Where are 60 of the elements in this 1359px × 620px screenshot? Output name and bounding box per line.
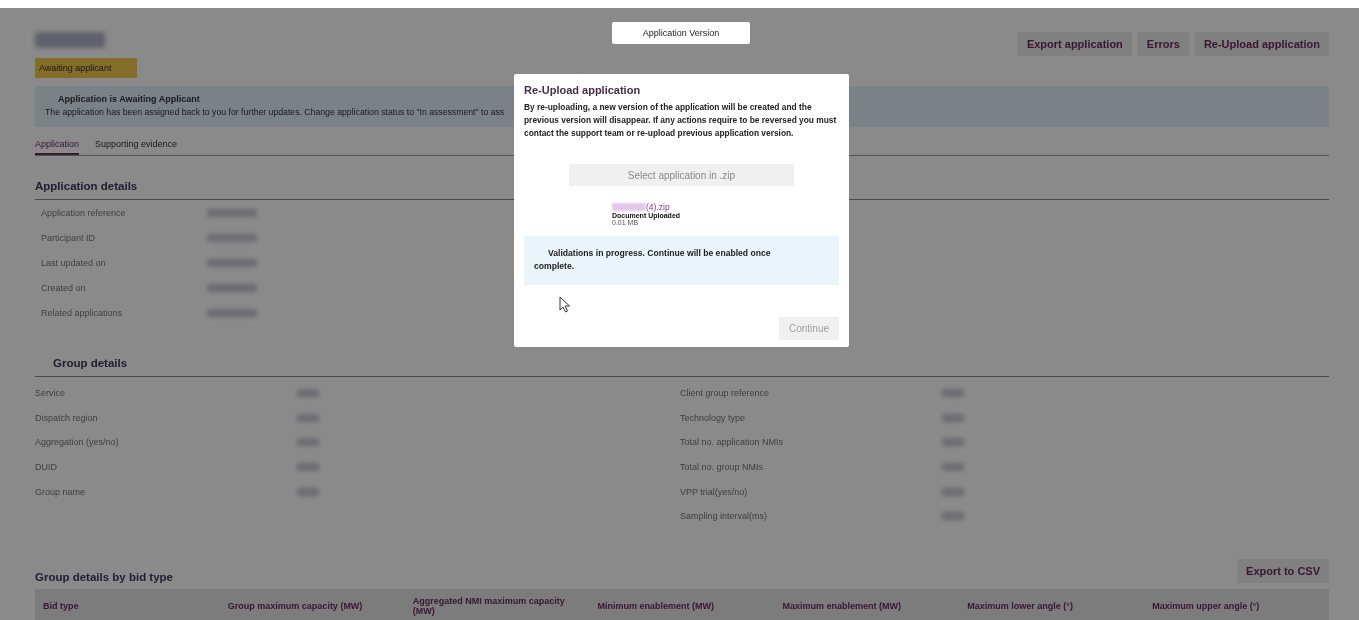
redacted-value — [207, 283, 257, 292]
action-button[interactable]: Re-Upload application — [1194, 32, 1329, 56]
field-label: Aggregation (yes/no) — [35, 437, 120, 448]
dialog-title: Re-Upload application — [524, 84, 642, 96]
export-button[interactable]: Export to CSV — [1237, 558, 1329, 583]
field-label: DUID — [35, 462, 58, 473]
dialog-message: By re-uploading, a new version of the application will be created and the previous version will disappear. If any actions require to be reversed you must contact the support team or re-upload previous application version. — [524, 101, 838, 140]
redacted-value — [942, 463, 964, 472]
redacted-value — [942, 389, 964, 398]
tab[interactable]: Application — [35, 139, 80, 155]
redacted-value — [207, 308, 257, 317]
field-label: Participant ID — [41, 232, 97, 243]
tab[interactable]: Supporting evidence — [95, 139, 178, 155]
action-button[interactable]: Export application — [1017, 32, 1132, 56]
section-title: Group details — [52, 357, 128, 369]
column-header: Maximum upper angle (°) — [1151, 600, 1261, 611]
validation-text: Validations in progress. Continue will be enabled once complete. — [534, 247, 772, 273]
field-label: VPP trial(yes/no) — [680, 486, 749, 497]
redacted-value — [207, 258, 257, 267]
notice-text: The application has been assigned back to you for further updates. Change application status to "In assessment" to ass — [45, 107, 505, 117]
action-button[interactable]: Errors — [1137, 32, 1189, 56]
redacted-value — [942, 512, 964, 521]
section-title: Application details — [35, 180, 138, 192]
field-label: Group name — [35, 486, 87, 497]
field-label: Application reference — [41, 207, 127, 218]
redacted-value — [207, 208, 257, 217]
column-header: Bid type — [42, 600, 80, 611]
redacted-value — [942, 438, 964, 447]
select-file-button[interactable]: Select application in .zip — [569, 164, 794, 186]
field-label: Total no. application NMIs — [680, 437, 785, 448]
redacted-value — [297, 438, 319, 447]
redacted-value — [207, 233, 257, 242]
field-label: Dispatch region — [35, 412, 99, 423]
status-badge: Awaiting applicant — [35, 58, 137, 78]
cursor-icon — [559, 296, 571, 313]
file-name: (4).zip — [646, 202, 670, 212]
field-label: Technology type — [680, 412, 747, 423]
redacted-value — [942, 413, 964, 422]
column-header: Maximum lower angle (°) — [966, 600, 1074, 611]
redacted-value — [297, 487, 319, 496]
section-title: Group details by bid type — [35, 570, 174, 583]
column-header: Minimum enablement (MW) — [596, 600, 716, 611]
redacted-title — [35, 32, 105, 48]
field-label: Service — [35, 388, 66, 399]
notice-title: Application is Awaiting Applicant — [57, 94, 201, 104]
redacted-value — [297, 463, 319, 472]
redacted-filename — [612, 203, 646, 211]
field-label: Related applications — [41, 307, 124, 318]
field-label: Client group reference — [680, 388, 771, 399]
redacted-value — [942, 487, 964, 496]
version-button[interactable]: Application Version — [612, 22, 750, 44]
field-label: Created on — [41, 282, 87, 293]
column-header: Group maximum capacity (MW) — [226, 600, 364, 611]
field-label: Last updated on — [41, 257, 107, 268]
field-label: Total no. group NMIs — [680, 462, 765, 473]
redacted-value — [297, 389, 319, 398]
redacted-value — [297, 413, 319, 422]
field-label: Sampling interval(ms) — [680, 511, 769, 522]
column-header: Aggregated NMI maximum capacity (MW) — [411, 595, 566, 616]
column-header: Maximum enablement (MW) — [781, 600, 902, 611]
